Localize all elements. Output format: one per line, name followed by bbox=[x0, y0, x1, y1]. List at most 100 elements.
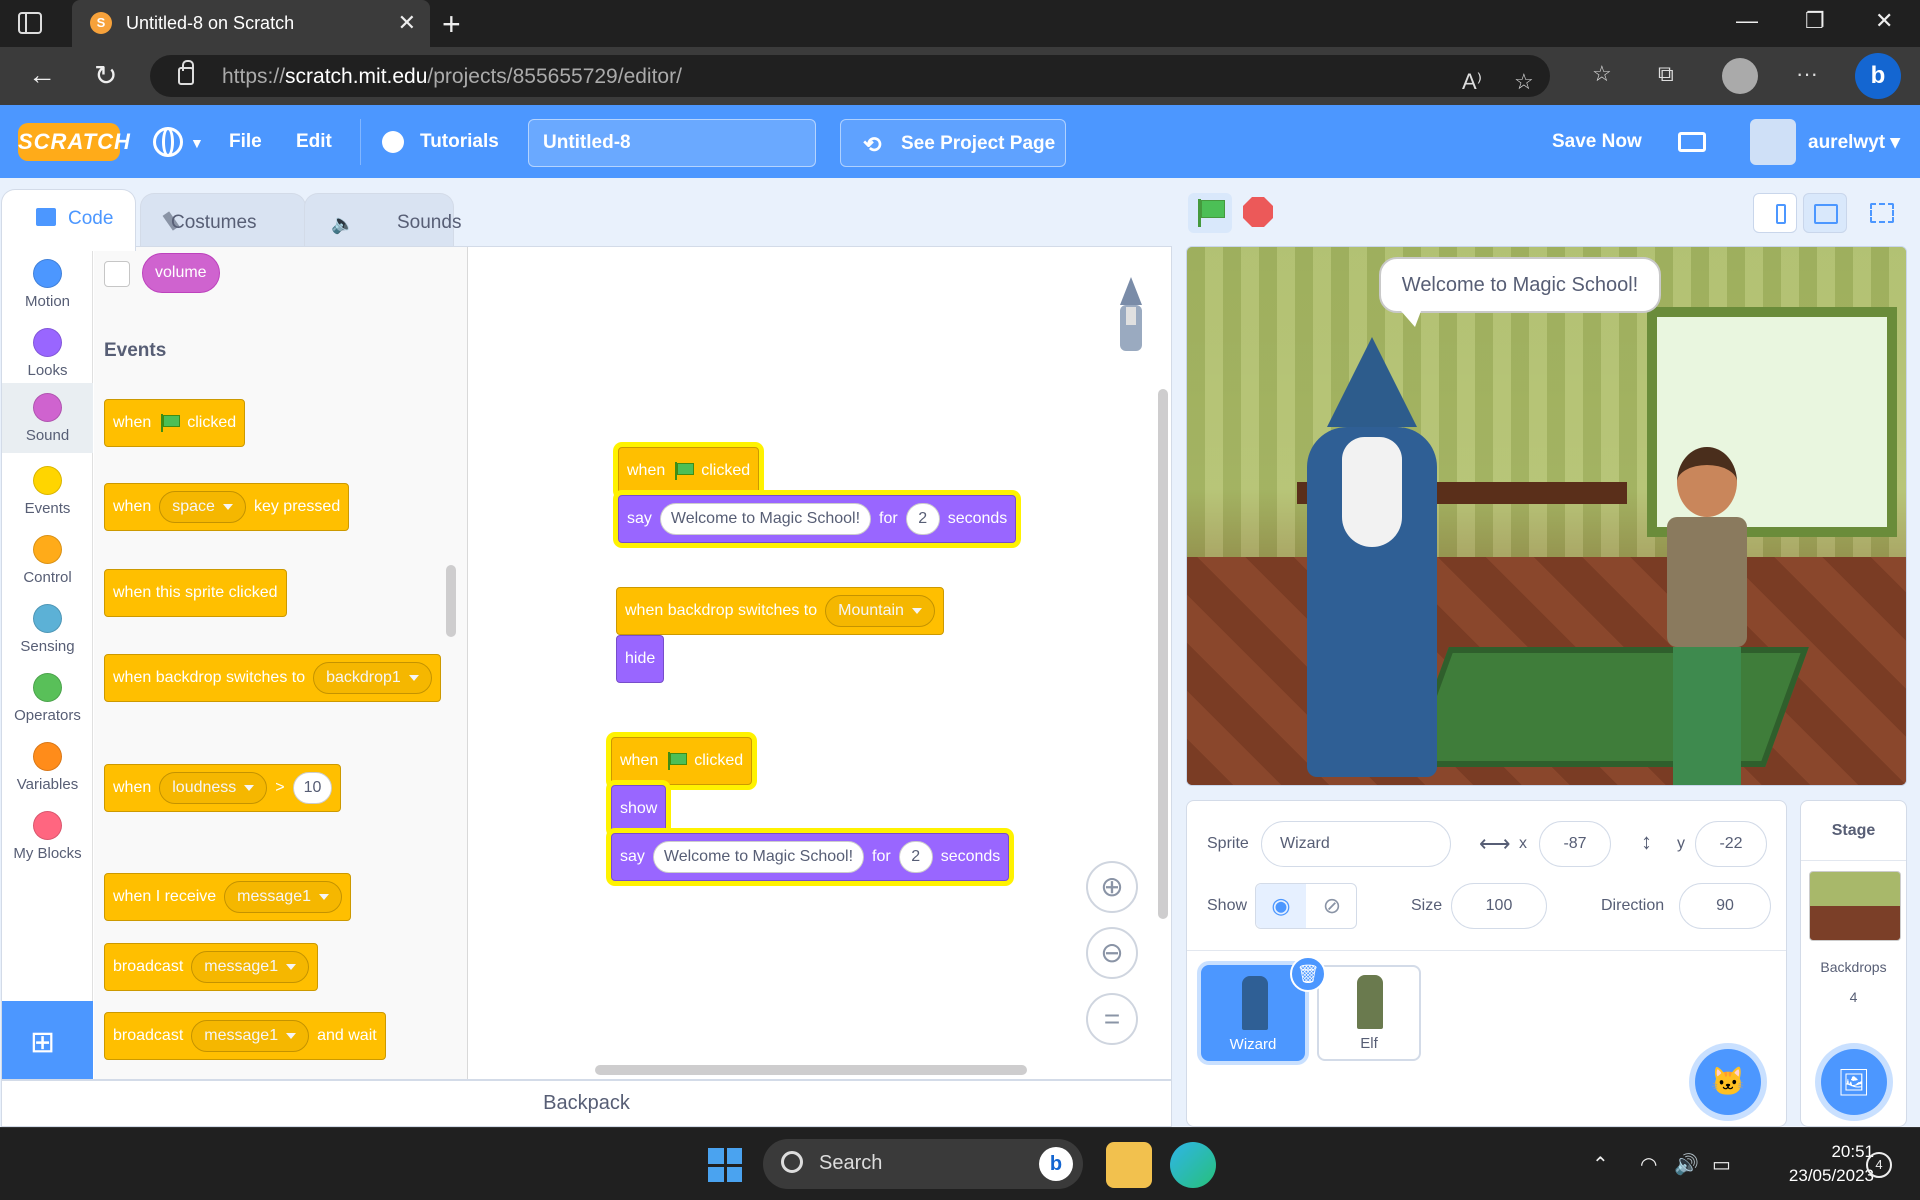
tutorials-button[interactable]: Tutorials bbox=[420, 131, 499, 153]
delete-sprite-icon[interactable]: 🗑 bbox=[1290, 956, 1326, 992]
seconds-input[interactable]: 2 bbox=[898, 841, 933, 873]
collections-icon[interactable]: ⧉ bbox=[1658, 61, 1674, 87]
script1-when-flag-clicked[interactable]: when clicked bbox=[618, 428, 760, 495]
profile-avatar-icon[interactable] bbox=[1722, 58, 1758, 94]
show-eye-icon[interactable]: ◉ bbox=[1256, 884, 1306, 928]
wifi-icon[interactable]: ◠ bbox=[1640, 1152, 1657, 1177]
seconds-input[interactable]: 2 bbox=[905, 503, 940, 535]
volume-icon[interactable]: 🔊 bbox=[1674, 1152, 1699, 1177]
hide-eye-icon[interactable]: ⊘ bbox=[1307, 884, 1357, 928]
edit-menu[interactable]: Edit bbox=[296, 131, 332, 153]
normal-stage-button[interactable] bbox=[1803, 193, 1847, 233]
category-control[interactable]: Control bbox=[2, 527, 93, 595]
fullscreen-button[interactable] bbox=[1860, 193, 1904, 233]
see-project-page-button[interactable]: ⟲ See Project Page bbox=[840, 119, 1066, 167]
tab-sounds[interactable]: 🔈 Sounds bbox=[304, 193, 461, 247]
refresh-icon[interactable]: ↻ bbox=[94, 59, 117, 92]
restore-icon[interactable]: ❐ bbox=[1805, 8, 1825, 34]
username-menu[interactable]: aurelwyt ▾ bbox=[1808, 131, 1900, 154]
read-aloud-icon[interactable]: A⁾ bbox=[1462, 69, 1482, 95]
wizard-sprite[interactable] bbox=[1297, 337, 1447, 777]
zoom-in-icon[interactable]: ⊕ bbox=[1086, 861, 1138, 913]
sprite-tile-elf[interactable]: Elf bbox=[1317, 965, 1421, 1061]
save-now-button[interactable]: Save Now bbox=[1552, 131, 1642, 153]
chevron-down-icon[interactable]: ▼ bbox=[190, 135, 204, 151]
add-extension-button[interactable]: ⊞ bbox=[2, 1001, 93, 1079]
direction-input[interactable]: 90 bbox=[1679, 883, 1771, 929]
new-tab-icon[interactable]: + bbox=[442, 6, 461, 43]
close-window-icon[interactable]: ✕ bbox=[1875, 8, 1893, 34]
script3-when-flag-clicked[interactable]: when clicked bbox=[611, 718, 753, 785]
minimize-icon[interactable]: — bbox=[1736, 8, 1758, 34]
file-explorer-icon[interactable] bbox=[1106, 1142, 1152, 1188]
script2-hide-block[interactable]: hide bbox=[616, 635, 665, 683]
url-field[interactable]: https://scratch.mit.edu/projects/8556557… bbox=[150, 55, 1550, 97]
choose-backdrop-icon[interactable]: 🖼 bbox=[1821, 1049, 1887, 1115]
stage-canvas[interactable]: Welcome to Magic School! bbox=[1186, 246, 1907, 786]
palette-scrollbar[interactable] bbox=[446, 565, 456, 637]
when-key-pressed-block[interactable]: when space key pressed bbox=[104, 464, 350, 531]
volume-checkbox[interactable] bbox=[104, 261, 130, 287]
when-sprite-clicked-block[interactable]: when this sprite clicked bbox=[104, 550, 287, 617]
close-tab-icon[interactable]: ✕ bbox=[398, 10, 416, 36]
tutorials-bulb-icon[interactable] bbox=[382, 131, 404, 153]
backdrop-dropdown[interactable]: backdrop1 bbox=[313, 662, 432, 694]
user-avatar[interactable] bbox=[1750, 119, 1796, 165]
tab-costumes[interactable]: Costumes bbox=[140, 193, 306, 247]
elf-sprite[interactable] bbox=[1657, 447, 1757, 785]
green-flag-run-button[interactable] bbox=[1188, 193, 1232, 233]
edge-browser-icon[interactable] bbox=[1170, 1142, 1216, 1188]
my-stuff-folder-icon[interactable] bbox=[1678, 132, 1706, 152]
zoom-out-icon[interactable]: ⊖ bbox=[1086, 927, 1138, 979]
broadcast-block[interactable]: broadcast message1 bbox=[104, 943, 319, 991]
category-sensing[interactable]: Sensing bbox=[2, 596, 93, 664]
when-backdrop-switches-block[interactable]: when backdrop switches to backdrop1 bbox=[104, 635, 441, 702]
tab-actions-icon[interactable] bbox=[18, 12, 42, 34]
script1-say-block[interactable]: say Welcome to Magic School! for 2 seconds bbox=[618, 495, 1017, 543]
small-stage-button[interactable] bbox=[1753, 193, 1797, 233]
choose-sprite-cat-icon[interactable]: 🐱 bbox=[1695, 1049, 1761, 1115]
category-looks[interactable]: Looks bbox=[2, 320, 93, 388]
project-title-input[interactable]: Untitled-8 bbox=[528, 119, 816, 167]
category-variables[interactable]: Variables bbox=[2, 734, 93, 802]
message-dropdown[interactable]: message1 bbox=[224, 881, 342, 913]
back-icon[interactable]: ← bbox=[28, 59, 56, 91]
when-i-receive-block[interactable]: when I receive message1 bbox=[104, 854, 351, 921]
y-input[interactable]: -22 bbox=[1695, 821, 1767, 867]
say-text-input[interactable]: Welcome to Magic School! bbox=[652, 841, 865, 873]
workspace-vertical-scrollbar[interactable] bbox=[1158, 389, 1168, 919]
stop-button[interactable] bbox=[1243, 197, 1273, 227]
volume-reporter-block[interactable]: volume bbox=[142, 253, 220, 293]
x-input[interactable]: -87 bbox=[1539, 821, 1611, 867]
browser-tab[interactable]: S Untitled-8 on Scratch ✕ bbox=[72, 0, 430, 47]
key-dropdown[interactable]: space bbox=[159, 491, 246, 523]
category-operators[interactable]: Operators bbox=[2, 665, 93, 733]
file-menu[interactable]: File bbox=[229, 131, 262, 153]
message-dropdown[interactable]: message1 bbox=[191, 951, 310, 983]
sensor-dropdown[interactable]: loudness bbox=[159, 772, 268, 804]
chevron-up-icon[interactable]: ⌃ bbox=[1592, 1152, 1609, 1177]
bing-chat-icon[interactable]: b bbox=[1855, 53, 1901, 99]
message-dropdown[interactable]: message1 bbox=[191, 1020, 310, 1052]
notification-badge[interactable]: 4 bbox=[1866, 1152, 1892, 1178]
windows-start-icon[interactable] bbox=[708, 1148, 742, 1182]
lock-icon[interactable] bbox=[178, 60, 194, 85]
scratch-logo[interactable]: SCRATCH bbox=[18, 123, 130, 161]
script2-when-backdrop-switches[interactable]: when backdrop switches to Mountain bbox=[616, 568, 944, 635]
broadcast-and-wait-block[interactable]: broadcast message1 and wait bbox=[104, 1012, 386, 1060]
loudness-input[interactable]: 10 bbox=[292, 772, 333, 804]
when-loudness-block[interactable]: when loudness >10 bbox=[104, 745, 342, 812]
category-sound[interactable]: Sound bbox=[2, 383, 93, 453]
category-motion[interactable]: Motion bbox=[2, 251, 93, 319]
system-clock[interactable]: 20:51 23/05/2023 bbox=[1764, 1140, 1874, 1188]
sprite-tile-wizard[interactable]: Wizard 🗑 bbox=[1201, 956, 1326, 1061]
category-events[interactable]: Events bbox=[2, 458, 93, 526]
say-text-input[interactable]: Welcome to Magic School! bbox=[659, 503, 872, 535]
add-favorite-icon[interactable]: ☆ bbox=[1514, 69, 1534, 95]
zoom-reset-icon[interactable]: = bbox=[1086, 993, 1138, 1045]
script3-show-block[interactable]: show bbox=[611, 785, 667, 833]
category-my-blocks[interactable]: My Blocks bbox=[2, 803, 93, 871]
sprite-name-input[interactable]: Wizard bbox=[1261, 821, 1451, 867]
favorites-icon[interactable]: ☆ bbox=[1592, 61, 1612, 87]
taskbar-search[interactable]: Search b bbox=[763, 1139, 1083, 1189]
